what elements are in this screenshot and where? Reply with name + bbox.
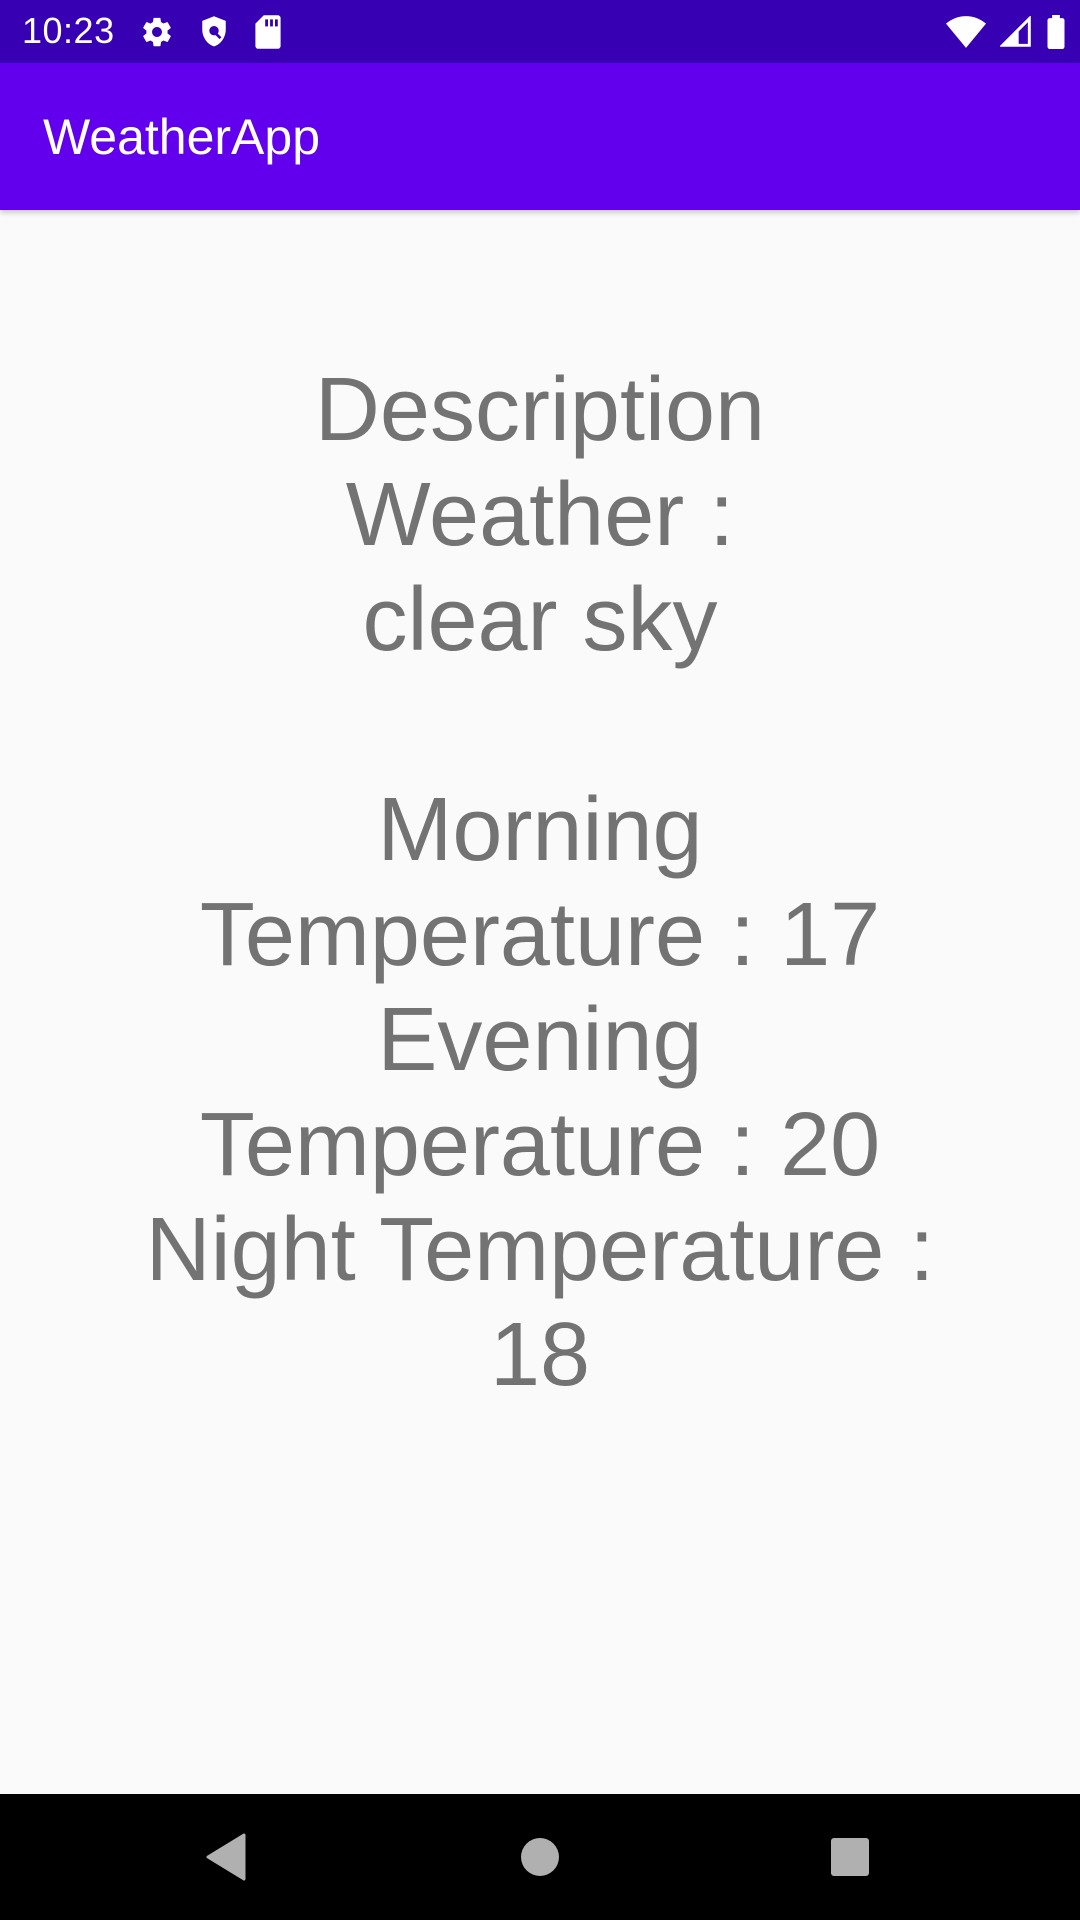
app-title: WeatherApp (43, 109, 321, 165)
home-button[interactable] (480, 1794, 600, 1920)
description-line: Weather : (345, 465, 735, 565)
temperature-info: Morning Temperature : 17 Evening Tempera… (120, 778, 960, 1408)
status-right-icons (946, 12, 1066, 52)
description-line: Description (314, 360, 766, 460)
temperature-line: Night Temperature : (145, 1200, 935, 1300)
status-bar: 10:23 (0, 0, 1080, 63)
weather-description: Description Weather : clear sky (120, 358, 960, 673)
weather-content: Description Weather : clear sky Morning … (0, 210, 1080, 1794)
screen: 10:23 WeatherApp Description Weather: c… (0, 0, 1080, 1920)
back-button[interactable] (166, 1794, 286, 1920)
temperature-line: Evening (377, 990, 703, 1090)
back-icon (204, 1833, 248, 1881)
temperature-line: Temperature : 17 (199, 885, 881, 985)
temperature-line: Temperature : 20 (199, 1095, 881, 1195)
gear-icon (140, 15, 174, 49)
recents-button[interactable] (790, 1794, 910, 1920)
sd-card-icon (254, 15, 282, 49)
status-left-icons (140, 12, 282, 52)
recents-icon (830, 1837, 870, 1877)
battery-icon (1046, 15, 1066, 49)
home-icon (520, 1837, 560, 1877)
shield-icon (198, 15, 230, 49)
wifi-icon (946, 16, 986, 48)
description-line: clear sky (362, 570, 718, 670)
temperature-line: 18 (489, 1305, 591, 1405)
app-bar: WeatherApp (0, 63, 1080, 210)
navigation-bar (0, 1794, 1080, 1920)
signal-icon (1000, 16, 1032, 48)
status-time: 10:23 (22, 10, 115, 51)
temperature-line: Morning (377, 780, 703, 880)
